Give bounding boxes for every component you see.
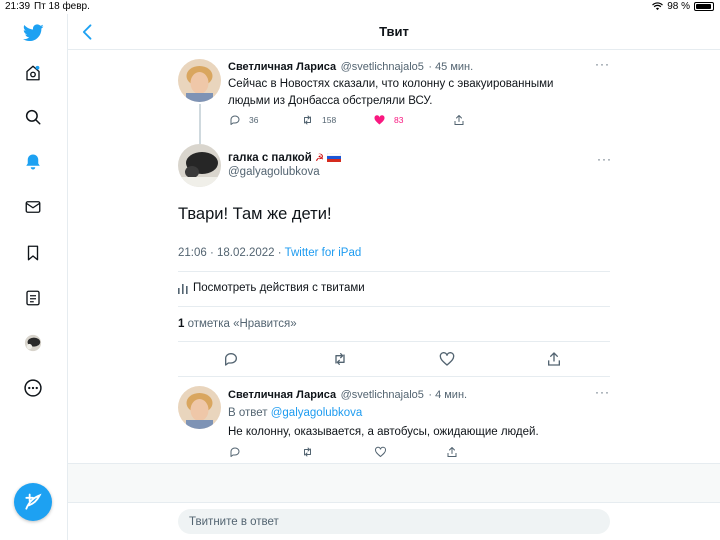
parent-tweet[interactable]: Светличная Лариса @svetlichnajalo5 · 45 … bbox=[228, 57, 610, 110]
more-options-icon[interactable]: ··· bbox=[597, 152, 720, 166]
reply-button[interactable] bbox=[229, 446, 301, 458]
likes-label: отметка «Нравится» bbox=[184, 318, 297, 330]
section-separator bbox=[68, 463, 720, 503]
main-author[interactable]: галка с палкой ☭ @galyagolubkova bbox=[228, 152, 342, 178]
tweet-source-link[interactable]: Twitter for iPad bbox=[285, 247, 362, 259]
replying-to-prefix: В ответ bbox=[228, 407, 271, 419]
notifications-icon[interactable] bbox=[22, 151, 44, 173]
author-handle[interactable]: @svetlichnajalo5 bbox=[341, 389, 424, 401]
parent-tweet-actions: 36 158 83 bbox=[229, 114, 465, 126]
heart-icon bbox=[375, 446, 386, 458]
status-bar: 21:39 Пт 18 февр. 98 % bbox=[0, 0, 720, 14]
messages-icon[interactable] bbox=[22, 196, 44, 218]
twitter-logo-icon[interactable] bbox=[22, 22, 44, 44]
analytics-icon bbox=[178, 283, 188, 294]
compose-button[interactable] bbox=[14, 483, 52, 521]
reply-button[interactable]: 36 bbox=[229, 114, 301, 126]
avatar[interactable] bbox=[178, 386, 221, 429]
compose-icon bbox=[25, 493, 42, 510]
retweet-button[interactable] bbox=[301, 446, 374, 458]
more-icon[interactable] bbox=[22, 377, 44, 399]
reply-input[interactable] bbox=[178, 509, 610, 534]
share-button[interactable] bbox=[446, 446, 458, 458]
tweet-timestamp: 21:06 · 18.02.2022 · bbox=[178, 247, 285, 259]
reply-icon bbox=[225, 353, 237, 366]
retweet-count: 158 bbox=[322, 115, 337, 125]
heart-icon bbox=[439, 352, 455, 366]
hammer-sickle-emoji: ☭ bbox=[314, 153, 324, 164]
like-count: 83 bbox=[394, 115, 404, 125]
avatar[interactable] bbox=[178, 144, 221, 187]
tweet-text: Не колонну, оказывается, а автобусы, ожи… bbox=[228, 426, 539, 438]
main-tweet-actions bbox=[178, 350, 610, 370]
likes-summary[interactable]: 1 отметка «Нравится» bbox=[178, 318, 297, 330]
page-header: Твит bbox=[68, 14, 720, 50]
main-tweet-text: Твари! Там же дети! bbox=[178, 205, 332, 223]
retweet-icon bbox=[304, 115, 311, 125]
retweet-button[interactable]: 158 bbox=[301, 114, 373, 126]
battery-percent: 98 % bbox=[667, 1, 690, 12]
author-name[interactable]: Светличная Лариса bbox=[228, 61, 336, 73]
divider bbox=[178, 376, 610, 377]
reply-tweet[interactable]: Светличная Лариса @svetlichnajalo5 · 4 м… bbox=[228, 385, 610, 441]
heart-filled-icon bbox=[374, 115, 385, 125]
divider bbox=[178, 341, 610, 342]
status-time: 21:39 bbox=[5, 1, 31, 12]
reply-count: 36 bbox=[249, 115, 259, 125]
tweet-text: Сейчас в Новостях сказали, что колонну с… bbox=[228, 78, 554, 107]
replying-to-handle[interactable]: @galyagolubkova bbox=[271, 407, 363, 419]
search-icon[interactable] bbox=[22, 106, 44, 128]
more-options-icon[interactable]: ··· bbox=[595, 385, 610, 399]
share-button[interactable] bbox=[546, 351, 562, 367]
page-title: Твит bbox=[379, 24, 409, 39]
share-icon bbox=[454, 115, 464, 125]
like-button[interactable]: 83 bbox=[373, 114, 453, 126]
author-handle[interactable]: @svetlichnajalo5 bbox=[341, 61, 424, 73]
tweet-time: · 45 мин. bbox=[428, 61, 474, 73]
bookmarks-icon[interactable] bbox=[22, 242, 44, 264]
wifi-icon bbox=[652, 2, 664, 11]
home-icon[interactable] bbox=[22, 62, 44, 84]
view-activity-label: Посмотреть действия с твитами bbox=[193, 282, 365, 294]
divider bbox=[178, 271, 610, 272]
more-options-icon[interactable]: ··· bbox=[595, 57, 610, 71]
divider bbox=[178, 306, 610, 307]
sidebar bbox=[0, 14, 68, 540]
avatar[interactable] bbox=[178, 59, 221, 102]
like-button[interactable] bbox=[439, 351, 455, 367]
author-name[interactable]: Светличная Лариса bbox=[228, 389, 336, 401]
russian-flag-icon bbox=[326, 153, 342, 163]
thread-connector bbox=[199, 104, 201, 144]
retweet-icon bbox=[335, 353, 345, 365]
retweet-icon bbox=[304, 447, 311, 457]
reply-button[interactable] bbox=[223, 351, 239, 367]
tweet-time: · 4 мин. bbox=[428, 389, 468, 401]
reply-icon bbox=[230, 447, 240, 457]
share-icon bbox=[548, 352, 560, 366]
replying-to: В ответ @galyagolubkova bbox=[228, 407, 610, 419]
author-name: галка с палкой bbox=[228, 152, 312, 164]
reply-icon bbox=[230, 115, 240, 125]
battery-icon bbox=[694, 2, 714, 11]
like-button[interactable] bbox=[374, 446, 446, 458]
profile-avatar[interactable] bbox=[22, 332, 44, 354]
reply-tweet-actions bbox=[229, 446, 458, 458]
author-handle: @galyagolubkova bbox=[228, 166, 320, 178]
share-button[interactable] bbox=[453, 114, 465, 126]
view-activity-link[interactable]: Посмотреть действия с твитами bbox=[178, 282, 365, 294]
tweet-metadata: 21:06 · 18.02.2022 · Twitter for iPad bbox=[178, 247, 361, 259]
retweet-button[interactable] bbox=[332, 351, 348, 367]
reply-composer[interactable] bbox=[178, 509, 610, 534]
status-date: Пт 18 февр. bbox=[34, 1, 90, 12]
share-icon bbox=[447, 447, 457, 457]
lists-icon[interactable] bbox=[22, 287, 44, 309]
